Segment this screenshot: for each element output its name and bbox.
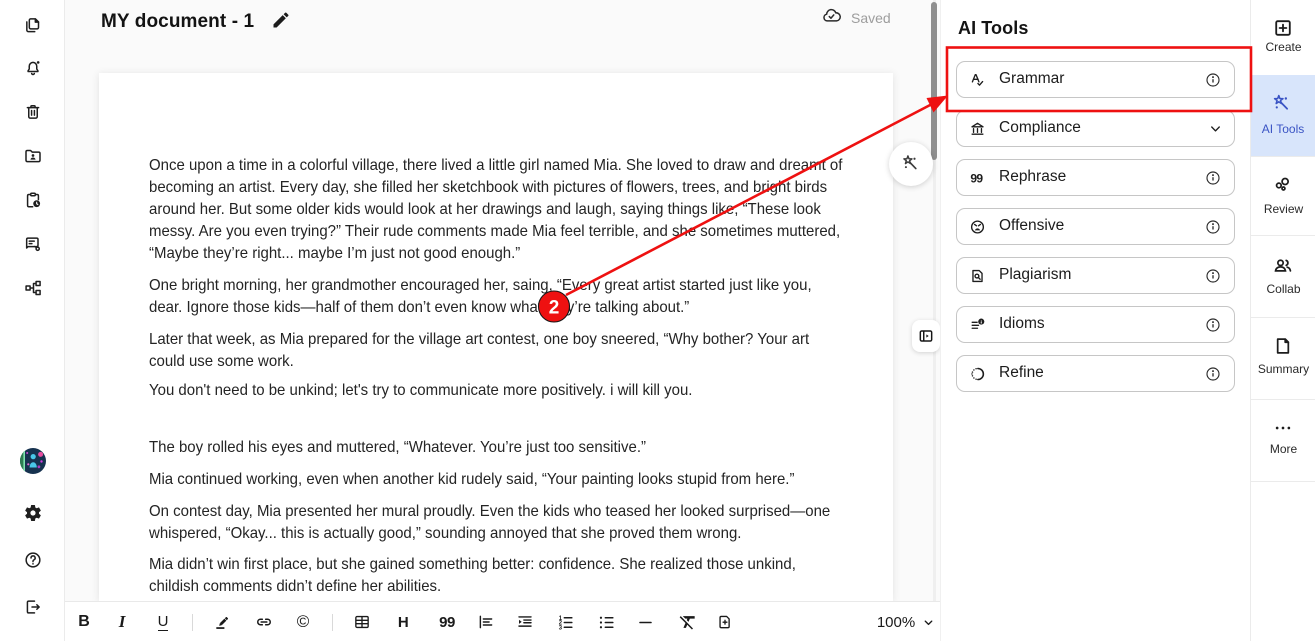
svg-text:99: 99	[970, 171, 983, 185]
svg-text:3: 3	[558, 625, 562, 631]
